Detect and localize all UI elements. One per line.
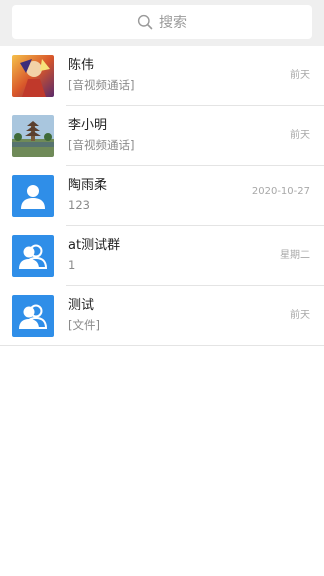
timestamp: 前天 <box>290 310 310 321</box>
message-preview: [文件] <box>68 318 100 332</box>
contact-name: 李小明 <box>68 118 108 133</box>
avatar <box>12 55 54 97</box>
contact-name: 陈伟 <box>68 58 95 73</box>
contact-name: 陶雨柔 <box>68 178 108 193</box>
group-icon <box>19 244 48 269</box>
timestamp: 2020-10-27 <box>251 186 310 197</box>
avatar <box>12 175 54 217</box>
search-placeholder: 搜索 <box>159 15 187 31</box>
timestamp: 星期二 <box>280 250 310 261</box>
divider <box>0 345 324 346</box>
conversation-list: 陈伟 [音视频通话] 前天 李小明 [音视频通话] 前天 陶雨柔 123 202… <box>0 46 324 346</box>
avatar <box>12 295 54 337</box>
message-preview: 1 <box>68 258 76 272</box>
list-item[interactable]: 陶雨柔 123 2020-10-27 <box>0 166 324 226</box>
search-icon <box>137 14 153 30</box>
message-preview: [音视频通话] <box>68 78 135 92</box>
list-item[interactable]: 测试 [文件] 前天 <box>0 286 324 346</box>
search-bar: 搜索 <box>0 0 324 46</box>
contact-name: 测试 <box>68 298 95 313</box>
timestamp: 前天 <box>290 70 310 81</box>
list-item[interactable]: at测试群 1 星期二 <box>0 226 324 286</box>
photo-pagoda-icon <box>12 115 54 157</box>
search-input[interactable]: 搜索 <box>12 5 312 39</box>
photo-hero-icon <box>12 55 54 97</box>
chat-list-screen: 搜索 陈伟 [音视频通话] 前天 李小明 [音视频通话] 前天 陶雨柔 123 … <box>0 0 324 576</box>
group-icon <box>19 304 48 329</box>
timestamp: 前天 <box>290 130 310 141</box>
person-icon <box>21 185 45 209</box>
contact-name: at测试群 <box>68 238 121 253</box>
list-item[interactable]: 陈伟 [音视频通话] 前天 <box>0 46 324 106</box>
message-preview: 123 <box>68 198 90 212</box>
avatar <box>12 115 54 157</box>
avatar <box>12 235 54 277</box>
message-preview: [音视频通话] <box>68 138 135 152</box>
list-item[interactable]: 李小明 [音视频通话] 前天 <box>0 106 324 166</box>
